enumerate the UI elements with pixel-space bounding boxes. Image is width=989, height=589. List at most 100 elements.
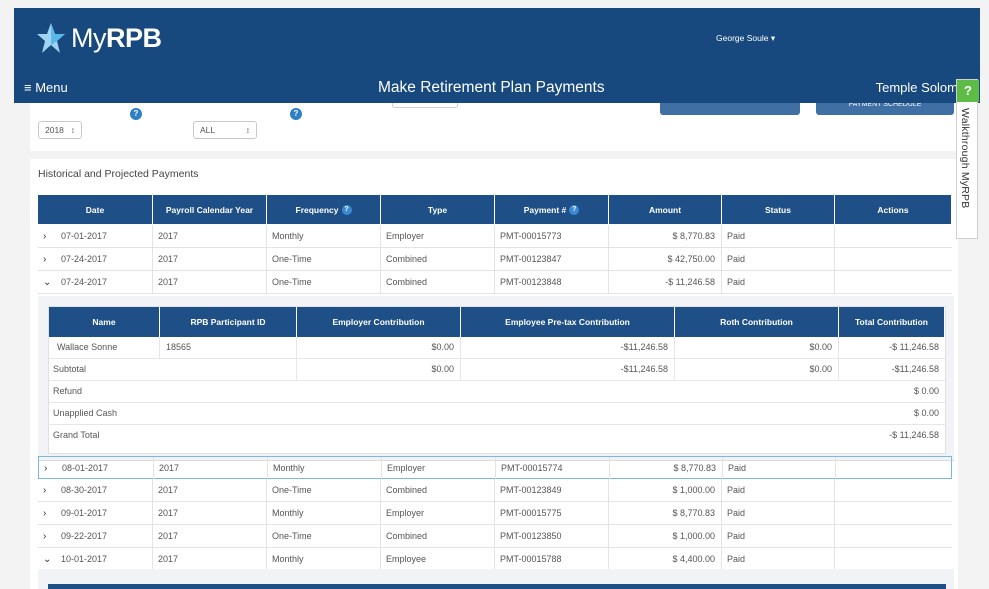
table-row[interactable]: › 09-01-2017 2017 Monthly Employer PMT-000157…: [38, 502, 952, 525]
type-select[interactable]: ALL ↕: [193, 121, 257, 139]
table-row[interactable]: › 07-01-2017 2017 Monthly Employer PMT-000157…: [38, 225, 952, 248]
row-actions: [835, 502, 952, 524]
col-header-type[interactable]: Type: [381, 195, 495, 224]
payments-panel: Historical and Projected Payments Date P…: [30, 159, 958, 589]
row-status: Paid: [722, 548, 835, 570]
chevron-right-icon[interactable]: ›: [43, 249, 53, 271]
row-amount: $ 8,770.83: [609, 225, 722, 247]
second-detail-panel: [38, 569, 954, 589]
grand-total-label: Grand Total: [53, 430, 100, 440]
year-help-icon[interactable]: ?: [130, 108, 142, 120]
type-help-icon[interactable]: ?: [290, 108, 302, 120]
second-detail-header: [48, 584, 946, 589]
col-header-payment-number[interactable]: Payment #?: [495, 195, 609, 224]
row-date-text: 07-24-2017: [61, 277, 108, 287]
detail-col-total[interactable]: Total Contribution: [839, 307, 945, 337]
row-date: ⌄ 10-01-2017: [38, 548, 153, 570]
row-type: Combined: [381, 479, 495, 501]
row-pmt: PMT-00123850: [495, 525, 609, 547]
col-header-status[interactable]: Status: [722, 195, 835, 224]
subtotal-employer: $0.00: [297, 359, 461, 380]
chevron-down-icon[interactable]: ⌄: [43, 272, 53, 294]
subtotal-row: Subtotal $0.00 -$11,246.58 $0.00 -$11,24…: [49, 359, 945, 381]
table-row[interactable]: ⌄ 07-24-2017 2017 One-Time Combined PMT-00123…: [38, 271, 952, 294]
payment-detail-panel: Name RPB Participant ID Employer Contrib…: [38, 296, 954, 461]
row-date-text: 08-01-2017: [62, 463, 109, 473]
row-amount: $ 1,000.00: [609, 479, 722, 501]
detail-col-employer[interactable]: Employer Contribution: [297, 307, 461, 337]
row-year: 2017: [153, 225, 267, 247]
logo[interactable]: MyRPB: [36, 20, 162, 56]
row-pmt: PMT-00123847: [495, 248, 609, 270]
participant-employer: $0.00: [297, 337, 461, 358]
walkthrough-label: Walkthrough MyRPB: [959, 108, 971, 209]
row-freq: Monthly: [267, 502, 381, 524]
contribution-table: Name RPB Participant ID Employer Contrib…: [48, 306, 946, 454]
row-status: Paid: [722, 225, 835, 247]
detail-col-pretax[interactable]: Employee Pre-tax Contribution: [461, 307, 675, 337]
row-freq: Monthly: [267, 548, 381, 570]
refund-value: $ 0.00: [913, 386, 939, 396]
col-header-payroll-year[interactable]: Payroll Calendar Year: [153, 195, 267, 224]
payment-schedule-button[interactable]: PAYMENT SCHEDULE: [816, 103, 954, 115]
table-row[interactable]: ⌄ 10-01-2017 2017 Monthly Employee PMT-000157…: [38, 548, 952, 571]
col-header-date[interactable]: Date: [38, 195, 153, 224]
row-date: › 07-01-2017: [38, 225, 153, 247]
unapplied-cash-value: $ 0.00: [913, 408, 939, 418]
row-actions: [835, 525, 952, 547]
row-actions: [836, 457, 953, 479]
row-pmt: PMT-00015773: [495, 225, 609, 247]
detail-col-participant-id[interactable]: RPB Participant ID: [160, 307, 297, 337]
row-year: 2017: [154, 457, 268, 479]
chevron-right-icon[interactable]: ›: [44, 458, 54, 480]
year-select[interactable]: 2018 ↕: [38, 121, 82, 139]
row-actions: [835, 271, 952, 293]
row-date-text: 07-24-2017: [61, 254, 108, 264]
chevron-right-icon[interactable]: ›: [43, 226, 53, 248]
row-type: Employer: [382, 457, 496, 479]
table-row[interactable]: › 07-24-2017 2017 One-Time Combined PMT-00123…: [38, 248, 952, 271]
user-menu[interactable]: George Soule ▾: [716, 33, 775, 44]
col-header-frequency[interactable]: Frequency?: [267, 195, 381, 224]
row-year: 2017: [153, 548, 267, 570]
row-type: Combined: [381, 271, 495, 293]
table-row[interactable]: › 08-01-2017 2017 Monthly Employer PMT-000157…: [38, 456, 952, 479]
walkthrough-tab[interactable]: ? Walkthrough MyRPB: [956, 79, 979, 239]
row-status: Paid: [722, 271, 835, 293]
row-status: Paid: [723, 457, 836, 479]
row-actions: [835, 548, 952, 570]
chevron-right-icon[interactable]: ›: [43, 503, 53, 525]
organization-name: Temple Solom: [875, 80, 958, 95]
unapplied-cash-row: Unapplied Cash $ 0.00: [49, 403, 945, 425]
chevron-down-icon[interactable]: ⌄: [43, 549, 53, 571]
row-year: 2017: [153, 502, 267, 524]
row-freq: One-Time: [267, 271, 381, 293]
participant-total: -$ 11,246.58: [889, 342, 939, 352]
row-date: ⌄ 07-24-2017: [38, 271, 153, 293]
col-header-amount[interactable]: Amount: [609, 195, 722, 224]
row-actions: [835, 225, 952, 247]
chevron-right-icon[interactable]: ›: [43, 526, 53, 548]
detail-col-name[interactable]: Name: [49, 307, 160, 337]
walkthrough-help-icon[interactable]: ?: [957, 80, 979, 102]
participant-roth: $0.00: [675, 337, 839, 358]
search-field-edge[interactable]: [392, 103, 458, 108]
row-pmt: PMT-00015788: [495, 548, 609, 570]
row-actions: [835, 248, 952, 270]
detail-col-roth[interactable]: Roth Contribution: [675, 307, 839, 337]
frequency-help-icon[interactable]: ?: [341, 204, 352, 215]
unapplied-cash-label: Unapplied Cash: [53, 408, 118, 418]
chevron-right-icon[interactable]: ›: [43, 480, 53, 502]
subtotal-pretax: -$11,246.58: [461, 359, 675, 380]
col-header-actions: Actions: [835, 195, 952, 224]
row-date: › 08-30-2017: [38, 479, 153, 501]
action-button[interactable]: [660, 103, 800, 115]
subtotal-label: Subtotal: [49, 359, 297, 380]
row-date-text: 09-22-2017: [61, 531, 108, 541]
payment-number-help-icon[interactable]: ?: [569, 204, 580, 215]
menu-button[interactable]: ≡ Menu: [24, 80, 68, 95]
row-date-text: 07-01-2017: [61, 231, 108, 241]
table-row[interactable]: › 08-30-2017 2017 One-Time Combined PMT-00123…: [38, 479, 952, 502]
filter-panel: ? ? 2018 ↕ ALL ↕ PAYMENT SCHEDULE: [30, 103, 958, 151]
table-row[interactable]: › 09-22-2017 2017 One-Time Combined PMT-00123…: [38, 525, 952, 548]
